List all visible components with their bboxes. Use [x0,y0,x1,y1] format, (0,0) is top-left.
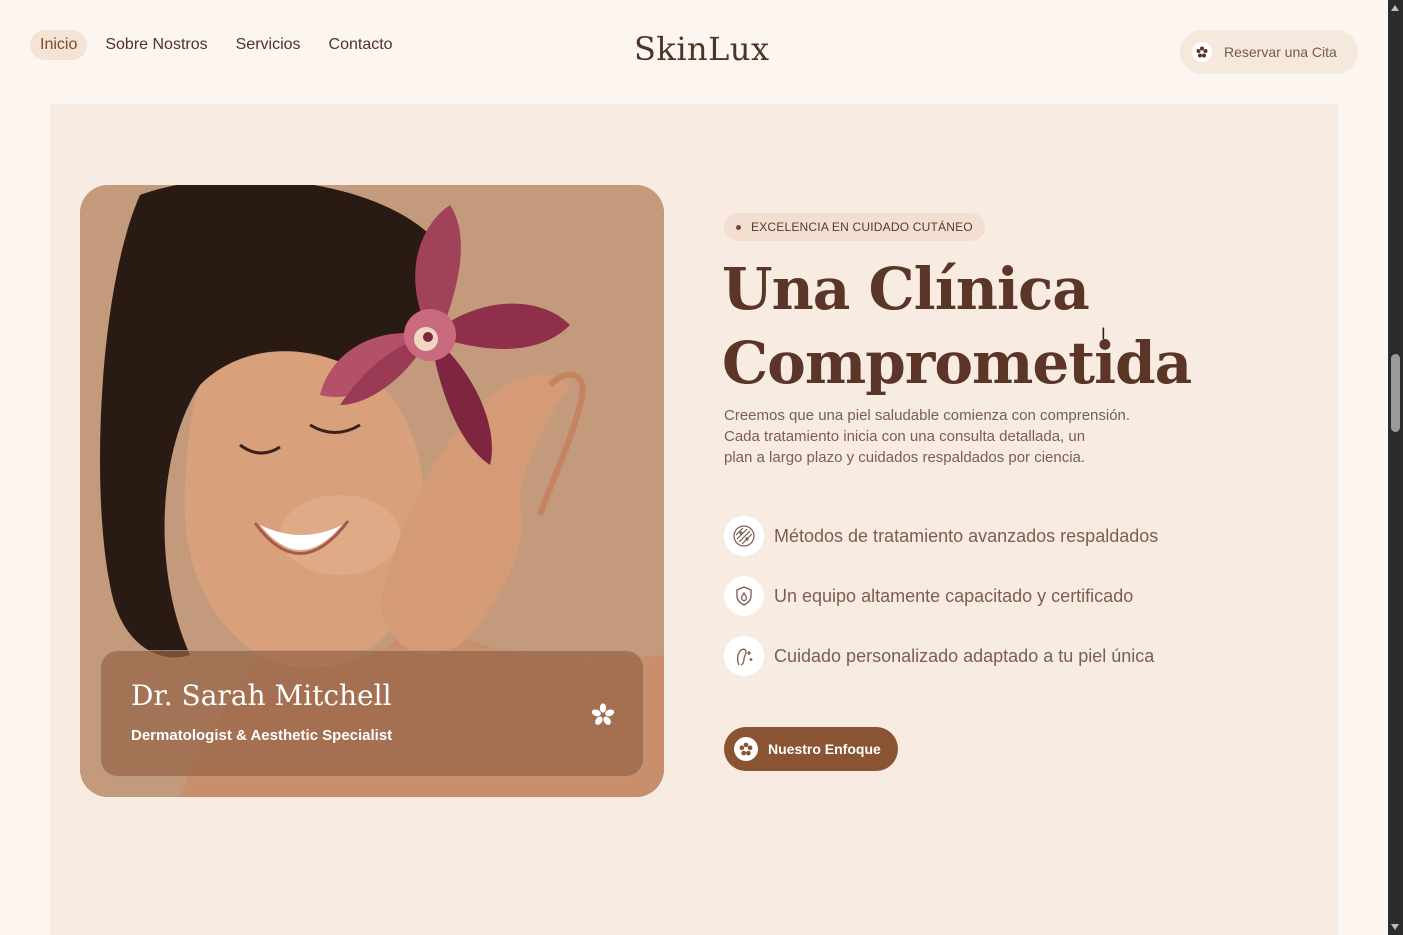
page: Inicio Sobre Nostros Servicios Contacto … [0,0,1388,935]
hero-intro-line3: plan a largo plazo y cuidados respaldado… [724,449,1086,466]
hero-badge: EXCELENCIA EN CUIDADO CUTÁNEO [724,213,985,241]
scrollbar-thumb[interactable] [1391,354,1400,432]
our-approach-button[interactable]: Nuestro Enfoque [724,727,898,771]
face-sparkle-icon [724,636,764,676]
hero-headline-line2: Comprometida [722,329,1192,397]
nav-item-contacto[interactable]: Contacto [319,30,403,60]
feature-item: Un equipo altamente capacitado y certifi… [724,576,1158,616]
flower-icon [591,703,615,732]
nav-item-sobre-nosotros[interactable]: Sobre Nostros [95,30,217,60]
main-nav: Inicio Sobre Nostros Servicios Contacto [30,30,403,60]
scroll-up-arrow-icon[interactable] [1391,5,1399,11]
nav-item-servicios[interactable]: Servicios [226,30,311,60]
shield-drop-icon [724,576,764,616]
doctor-info-card: Dr. Sarah Mitchell Dermatologist & Aesth… [100,650,644,777]
hero-intro: Creemos que una piel saludable comienza … [724,405,1184,468]
feature-item: Cuidado personalizado adaptado a tu piel… [724,636,1158,676]
hero-intro-line2: Cada tratamiento inicia con una consulta… [724,428,1086,445]
skin-texture-icon [724,516,764,556]
feature-label: Métodos de tratamiento avanzados respald… [774,525,1159,546]
hero-intro-line1: Creemos que una piel saludable comienza … [724,407,1131,424]
feature-list: Métodos de tratamiento avanzados respald… [724,516,1158,696]
our-approach-label: Nuestro Enfoque [768,741,881,757]
nav-item-inicio[interactable]: Inicio [30,30,88,60]
feature-item: Métodos de tratamiento avanzados respald… [724,516,1158,556]
doctor-role: Dermatologist & Aesthetic Specialist [131,727,393,744]
text-cursor-icon: I [1101,324,1106,343]
scroll-down-arrow-icon[interactable] [1391,924,1399,930]
hero-headline-line1: Una Clínica [722,255,1090,323]
doctor-name: Dr. Sarah Mitchell [131,679,392,712]
flower-icon [1192,42,1212,62]
feature-label: Un equipo altamente capacitado y certifi… [774,585,1134,606]
brand-logo[interactable]: SkinLux [634,30,770,68]
hero-headline: Una Clínica Comprometida [722,252,1282,400]
book-appointment-button[interactable]: Reservar una Cita [1180,30,1358,74]
page-scrollbar[interactable] [1388,0,1403,935]
flower-icon [734,737,758,761]
doctor-photo: Dr. Sarah Mitchell Dermatologist & Aesth… [80,185,664,797]
feature-label: Cuidado personalizado adaptado a tu piel… [774,645,1155,666]
book-appointment-label: Reservar una Cita [1224,44,1337,60]
